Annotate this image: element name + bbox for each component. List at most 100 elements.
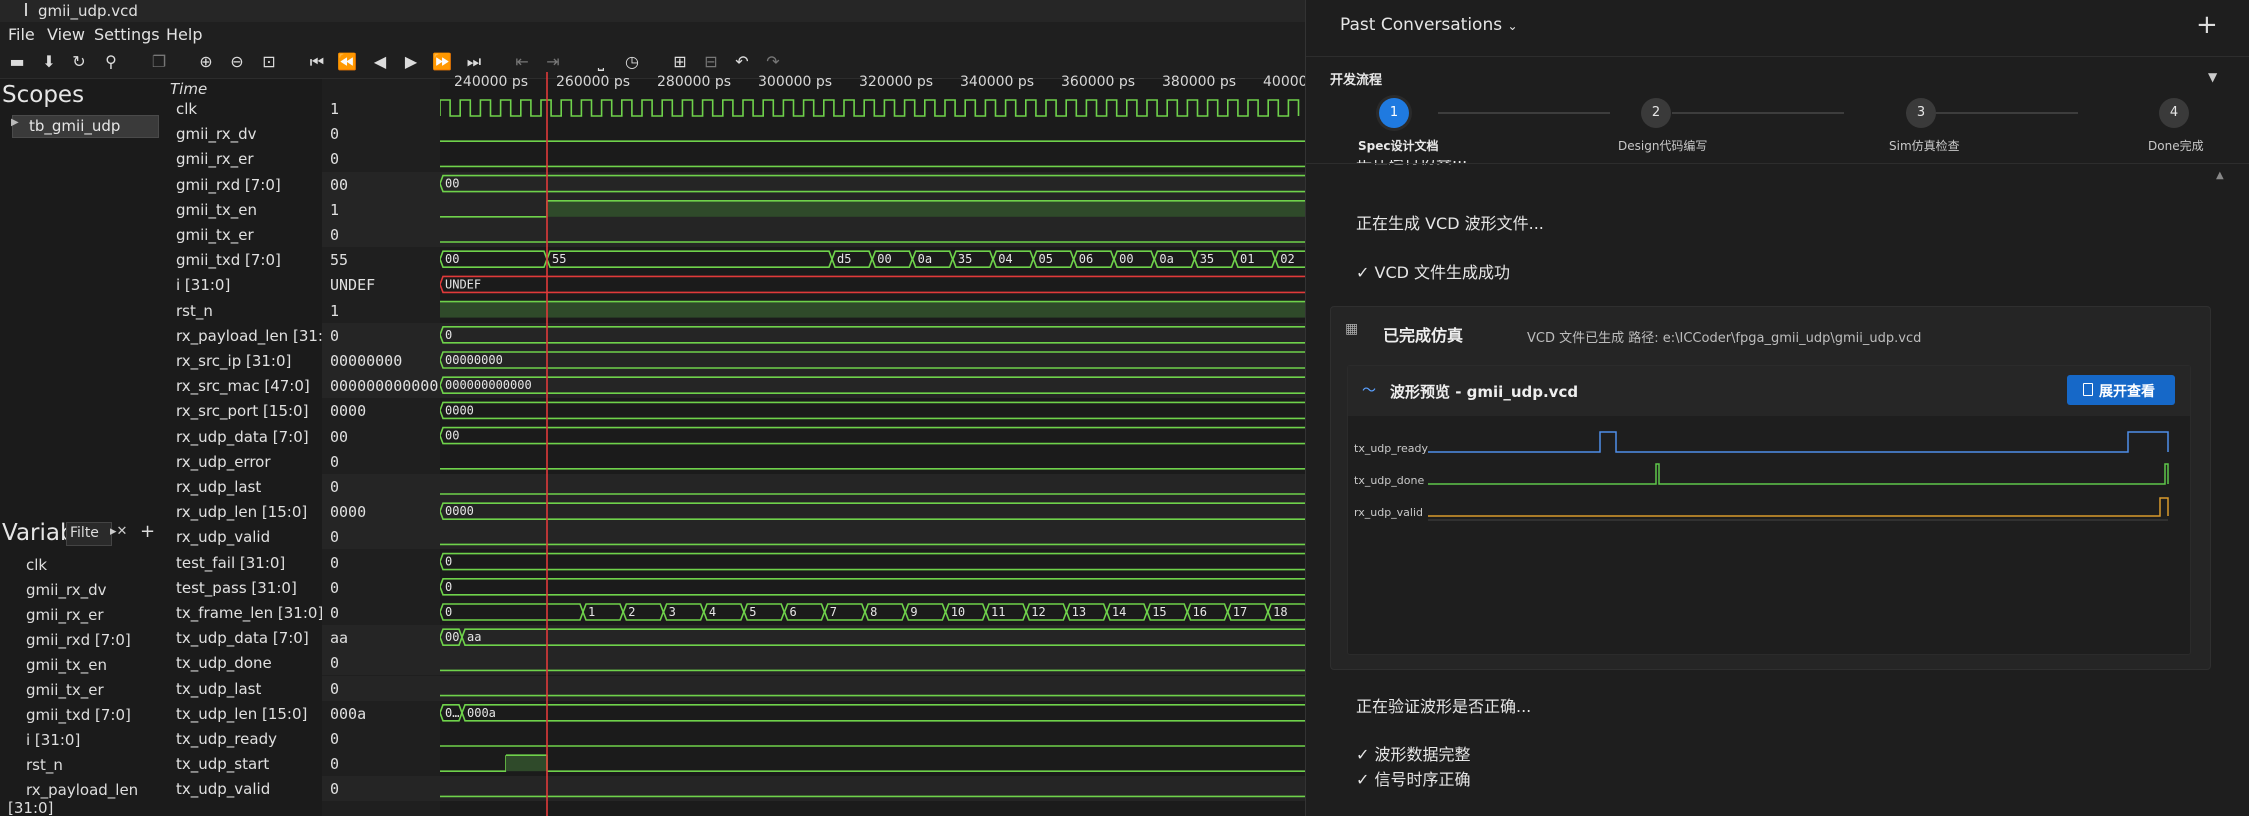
- undo-icon[interactable]: ↶: [731, 51, 753, 73]
- scroll-up-icon[interactable]: ▲: [2216, 170, 2224, 181]
- flow-separator: [1306, 163, 2249, 164]
- mini-signal-label: rx_udp_valid: [1354, 506, 1424, 519]
- collapse-caret-icon[interactable]: ▼: [2208, 70, 2217, 84]
- variable-item[interactable]: rx_payload_len: [26, 781, 138, 799]
- signal-name[interactable]: tx_udp_last: [176, 680, 322, 698]
- bus-value-label: d5: [837, 252, 851, 266]
- signal-name[interactable]: clk: [176, 100, 322, 118]
- gap-icon[interactable]: ⎵: [590, 51, 612, 73]
- bus-value-label: 0000: [445, 504, 474, 518]
- variable-item[interactable]: clk: [26, 556, 47, 574]
- variable-item[interactable]: gmii_tx_en: [26, 656, 107, 674]
- bus-segment: [440, 275, 1305, 294]
- fast-forward-icon[interactable]: ⏩: [431, 51, 453, 73]
- expand-view-button[interactable]: 展开查看: [2067, 375, 2175, 405]
- clock-icon[interactable]: ◷: [621, 51, 643, 73]
- new-conversation-plus-icon[interactable]: +: [2196, 10, 2218, 40]
- variable-item[interactable]: gmii_rxd [7:0]: [26, 631, 131, 649]
- add-icon[interactable]: ⊞: [669, 51, 691, 73]
- step-connector: [1672, 112, 1844, 114]
- variable-item[interactable]: gmii_rx_dv: [26, 581, 107, 599]
- menu-settings[interactable]: Settings: [94, 25, 160, 44]
- signal-name[interactable]: tx_udp_done: [176, 654, 322, 672]
- bus-segment: [440, 376, 1305, 395]
- zoom-fit-icon[interactable]: ⊡: [258, 51, 280, 73]
- signal-high-fill: [506, 755, 547, 772]
- go-to-start-icon[interactable]: ⏮: [306, 51, 328, 73]
- run-icon[interactable]: ⚲: [100, 51, 122, 73]
- download-icon[interactable]: ⬇: [38, 51, 60, 73]
- fast-back-icon[interactable]: ⏪: [336, 51, 358, 73]
- past-conversations-dropdown[interactable]: Past Conversations ⌄: [1340, 15, 1518, 35]
- variable-filter-input[interactable]: Filte: [66, 522, 112, 546]
- signal-name[interactable]: rx_udp_valid: [176, 528, 322, 546]
- bus-value-label: 06: [1079, 252, 1093, 266]
- menu-file[interactable]: File: [8, 25, 35, 44]
- signal-name[interactable]: tx_udp_valid: [176, 780, 322, 798]
- bus-value-label: 18: [1273, 605, 1287, 619]
- bus-value-label: 6: [790, 605, 797, 619]
- variable-item[interactable]: [31:0]: [8, 799, 53, 816]
- step-2-circle[interactable]: 2: [1641, 98, 1671, 128]
- signal-name[interactable]: rx_src_ip [31:0]: [176, 352, 322, 370]
- signal-name[interactable]: rx_payload_len [31:0]: [176, 327, 322, 345]
- variable-item[interactable]: i [31:0]: [26, 731, 80, 749]
- variable-item[interactable]: gmii_txd [7:0]: [26, 706, 131, 724]
- signal-name[interactable]: rx_udp_len [15:0]: [176, 503, 322, 521]
- signal-name[interactable]: rx_udp_last: [176, 478, 322, 496]
- signal-name[interactable]: tx_udp_data [7:0]: [176, 629, 322, 647]
- signal-name[interactable]: rst_n: [176, 302, 322, 320]
- step-back-icon[interactable]: ◀: [369, 51, 391, 73]
- menu-view[interactable]: View: [47, 25, 85, 44]
- signal-value: 55: [330, 251, 349, 270]
- signal-name[interactable]: rx_udp_data [7:0]: [176, 428, 322, 446]
- filter-clear-icon[interactable]: ▸✕: [110, 524, 127, 539]
- go-to-end-icon[interactable]: ⏭: [463, 51, 485, 73]
- signal-name[interactable]: test_fail [31:0]: [176, 554, 322, 572]
- copy-icon[interactable]: ❐: [148, 51, 170, 73]
- signal-name[interactable]: test_pass [31:0]: [176, 579, 322, 597]
- signal-value: 000a: [330, 704, 367, 723]
- message-check-1: ✓ 波形数据完整: [1356, 745, 1471, 764]
- step-3-circle[interactable]: 3: [1906, 98, 1936, 128]
- bus-value-label: 05: [1039, 252, 1053, 266]
- step-4-circle[interactable]: 4: [2159, 98, 2189, 128]
- prev-edge-icon[interactable]: ⇤: [511, 51, 533, 73]
- remove-icon[interactable]: ⊟: [700, 51, 722, 73]
- signal-name[interactable]: rx_src_port [15:0]: [176, 402, 322, 420]
- signal-name[interactable]: gmii_tx_er: [176, 226, 322, 244]
- next-edge-icon[interactable]: ⇥: [542, 51, 564, 73]
- variable-item[interactable]: rst_n: [26, 756, 63, 774]
- signal-name[interactable]: rx_src_mac [47:0]: [176, 377, 322, 395]
- redo-icon[interactable]: ↷: [762, 51, 784, 73]
- zoom-in-icon[interactable]: ⊕: [195, 51, 217, 73]
- menu-help[interactable]: Help: [166, 25, 202, 44]
- scope-tb-gmii-udp[interactable]: ▶ tb_gmii_udp: [11, 115, 159, 138]
- step-forward-icon[interactable]: ▶: [400, 51, 422, 73]
- waveform-canvas[interactable]: 0000 55 d5 00 0a 35 04 05 06 00 0a 35 01 02UNDEF00000…: [440, 72, 1305, 816]
- signal-name[interactable]: tx_udp_len [15:0]: [176, 705, 322, 723]
- signal-name[interactable]: gmii_rxd [7:0]: [176, 176, 322, 194]
- signal-name[interactable]: rx_udp_error: [176, 453, 322, 471]
- signal-name[interactable]: gmii_tx_en: [176, 201, 322, 219]
- reload-icon[interactable]: ↻: [68, 51, 90, 73]
- variable-item[interactable]: gmii_tx_er: [26, 681, 104, 699]
- signal-value: 0: [330, 478, 340, 496]
- mini-signal-label: tx_udp_done: [1354, 474, 1425, 487]
- signal-name[interactable]: tx_udp_start: [176, 755, 322, 773]
- expand-arrow-icon[interactable]: ▶: [11, 117, 19, 128]
- step-1-circle[interactable]: 1: [1379, 98, 1409, 128]
- bus-value-label: 0: [445, 605, 452, 619]
- zoom-out-icon[interactable]: ⊖: [226, 51, 248, 73]
- signal-name[interactable]: gmii_rx_er: [176, 150, 322, 168]
- signal-name[interactable]: i [31:0]: [176, 276, 322, 294]
- signal-name[interactable]: tx_frame_len [31:0]: [176, 604, 322, 622]
- variable-item[interactable]: gmii_rx_er: [26, 606, 104, 624]
- signal-name[interactable]: tx_udp_ready: [176, 730, 322, 748]
- bus-value-label: 00000000: [445, 353, 503, 367]
- bus-value-label: 10: [951, 605, 965, 619]
- open-file-icon[interactable]: ▬: [6, 51, 28, 73]
- signal-name[interactable]: gmii_txd [7:0]: [176, 251, 322, 269]
- signal-name[interactable]: gmii_rx_dv: [176, 125, 322, 143]
- add-variable-icon[interactable]: +: [140, 521, 155, 542]
